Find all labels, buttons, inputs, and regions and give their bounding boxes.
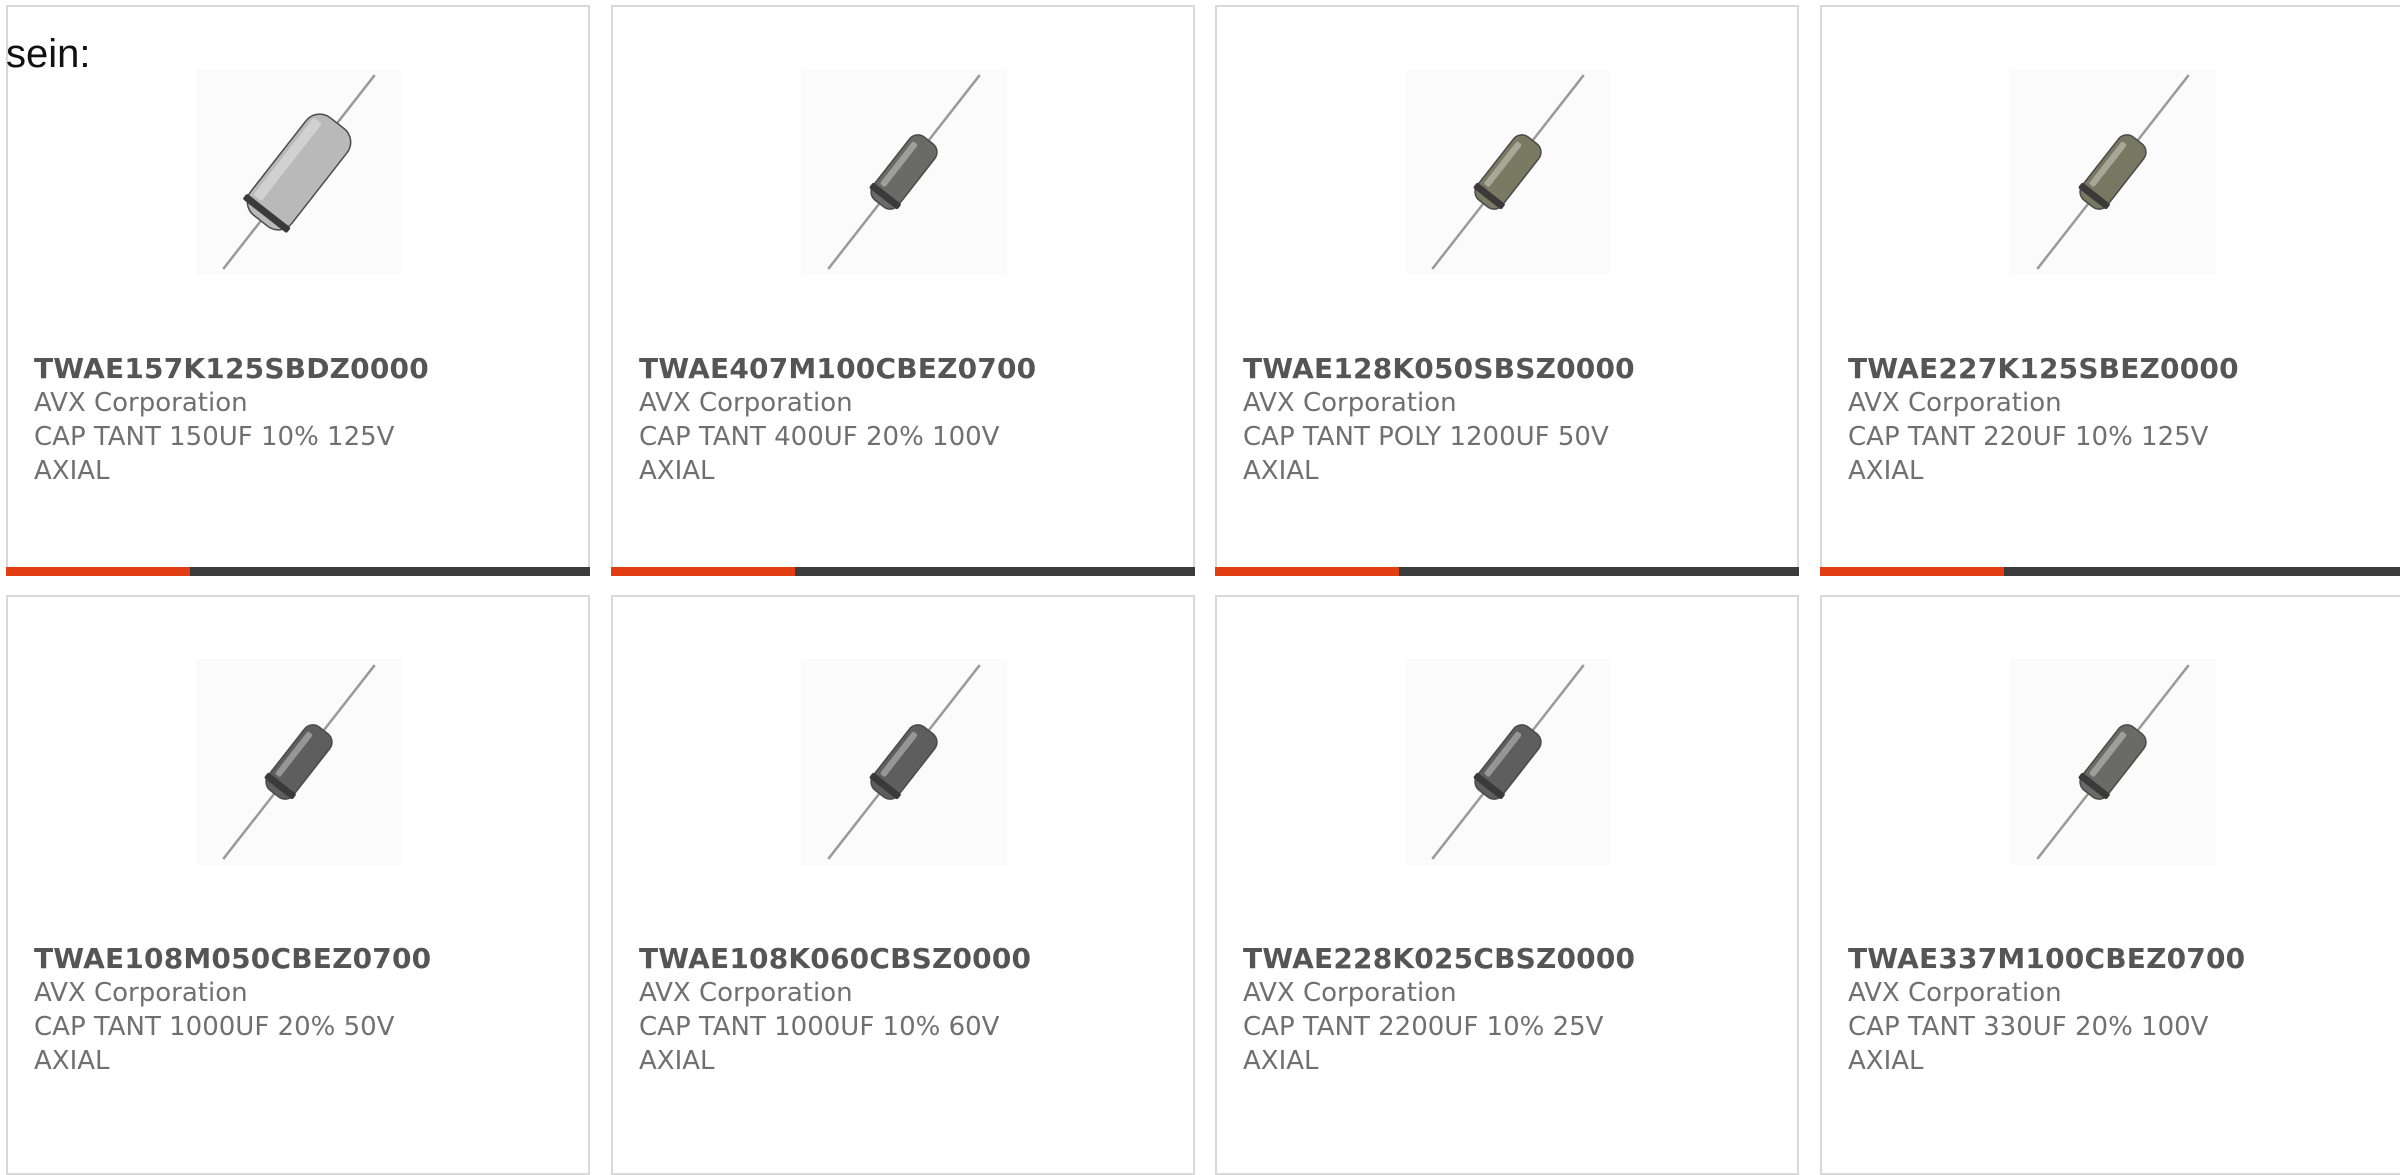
part-number-link[interactable]: TWAE128K050SBSZ0000 — [1243, 352, 1783, 386]
part-number-link[interactable]: TWAE228K025CBSZ0000 — [1243, 942, 1783, 976]
axial-capacitor-icon — [222, 74, 376, 270]
capacitor-body — [870, 134, 938, 210]
product-image[interactable] — [2010, 659, 2216, 865]
manufacturer-name: AVX Corporation — [639, 388, 853, 418]
part-number-link[interactable]: TWAE108M050CBEZ0700 — [34, 942, 574, 976]
product-description: CAP TANT 1000UF 20% 50V — [34, 1012, 395, 1042]
product-image[interactable] — [1405, 659, 1611, 865]
product-package: AXIAL — [34, 456, 110, 486]
product-description: CAP TANT 150UF 10% 125V — [34, 422, 395, 452]
capacitor-body — [870, 724, 938, 800]
part-number-link[interactable]: TWAE108K060CBSZ0000 — [639, 942, 1179, 976]
axial-capacitor-icon — [1431, 664, 1585, 860]
capacitor-shape — [1431, 664, 1585, 860]
manufacturer-name: AVX Corporation — [1848, 388, 2062, 418]
product-info: TWAE157K125SBDZ0000 AVX Corporation CAP … — [34, 352, 574, 488]
product-card[interactable]: TWAE157K125SBDZ0000 AVX Corporation CAP … — [6, 5, 590, 576]
capacitor-shape — [222, 664, 376, 860]
card-bottom-bar — [6, 567, 590, 576]
capacitor-shape — [827, 74, 981, 270]
intro-text: sein: — [6, 32, 91, 76]
card-bottom-bar — [1820, 567, 2400, 576]
part-number-link[interactable]: TWAE227K125SBEZ0000 — [1848, 352, 2388, 386]
product-description: CAP TANT 220UF 10% 125V — [1848, 422, 2209, 452]
product-description: CAP TANT POLY 1200UF 50V — [1243, 422, 1609, 452]
product-card[interactable]: TWAE128K050SBSZ0000 AVX Corporation CAP … — [1215, 5, 1799, 576]
card-bottom-bar — [611, 567, 1195, 576]
manufacturer-name: AVX Corporation — [1243, 978, 1457, 1008]
capacitor-shape — [1431, 74, 1585, 270]
capacitor-body — [2079, 134, 2147, 210]
part-number-link[interactable]: TWAE157K125SBDZ0000 — [34, 352, 574, 386]
capacitor-shape — [2036, 664, 2190, 860]
card-accent-bar — [6, 567, 190, 576]
product-card[interactable]: TWAE227K125SBEZ0000 AVX Corporation CAP … — [1820, 5, 2400, 576]
card-accent-bar — [1215, 567, 1399, 576]
product-package: AXIAL — [1243, 1046, 1319, 1076]
product-description: CAP TANT 330UF 20% 100V — [1848, 1012, 2209, 1042]
product-package: AXIAL — [639, 1046, 715, 1076]
product-card[interactable]: TWAE228K025CBSZ0000 AVX Corporation CAP … — [1215, 595, 1799, 1175]
product-description: CAP TANT 2200UF 10% 25V — [1243, 1012, 1604, 1042]
product-package: AXIAL — [1848, 1046, 1924, 1076]
card-accent-bar — [611, 567, 795, 576]
product-card[interactable]: TWAE337M100CBEZ0700 AVX Corporation CAP … — [1820, 595, 2400, 1175]
manufacturer-name: AVX Corporation — [639, 978, 853, 1008]
axial-capacitor-icon — [2036, 74, 2190, 270]
part-number-link[interactable]: TWAE407M100CBEZ0700 — [639, 352, 1179, 386]
product-description: CAP TANT 400UF 20% 100V — [639, 422, 1000, 452]
product-image[interactable] — [196, 69, 402, 275]
card-bottom-bar — [1215, 567, 1799, 576]
card-accent-bar — [1820, 567, 2004, 576]
product-info: TWAE128K050SBSZ0000 AVX Corporation CAP … — [1243, 352, 1783, 488]
capacitor-shape — [827, 664, 981, 860]
manufacturer-name: AVX Corporation — [34, 978, 248, 1008]
capacitor-shape — [2036, 74, 2190, 270]
product-card[interactable]: TWAE407M100CBEZ0700 AVX Corporation CAP … — [611, 5, 1195, 576]
product-info: TWAE227K125SBEZ0000 AVX Corporation CAP … — [1848, 352, 2388, 488]
manufacturer-name: AVX Corporation — [1243, 388, 1457, 418]
product-image[interactable] — [1405, 69, 1611, 275]
product-package: AXIAL — [1243, 456, 1319, 486]
capacitor-body — [265, 724, 333, 800]
capacitor-body — [246, 113, 352, 231]
product-image[interactable] — [196, 659, 402, 865]
axial-capacitor-icon — [1431, 74, 1585, 270]
product-info: TWAE407M100CBEZ0700 AVX Corporation CAP … — [639, 352, 1179, 488]
product-info: TWAE228K025CBSZ0000 AVX Corporation CAP … — [1243, 942, 1783, 1078]
manufacturer-name: AVX Corporation — [1848, 978, 2062, 1008]
axial-capacitor-icon — [222, 664, 376, 860]
axial-capacitor-icon — [2036, 664, 2190, 860]
product-package: AXIAL — [1848, 456, 1924, 486]
product-image[interactable] — [801, 69, 1007, 275]
product-package: AXIAL — [639, 456, 715, 486]
axial-capacitor-icon — [827, 664, 981, 860]
product-info: TWAE337M100CBEZ0700 AVX Corporation CAP … — [1848, 942, 2388, 1078]
product-image[interactable] — [801, 659, 1007, 865]
product-description: CAP TANT 1000UF 10% 60V — [639, 1012, 1000, 1042]
capacitor-shape — [222, 74, 376, 270]
part-number-link[interactable]: TWAE337M100CBEZ0700 — [1848, 942, 2388, 976]
product-grid: TWAE157K125SBDZ0000 AVX Corporation CAP … — [0, 0, 2400, 1175]
product-image[interactable] — [2010, 69, 2216, 275]
manufacturer-name: AVX Corporation — [34, 388, 248, 418]
product-card[interactable]: TWAE108M050CBEZ0700 AVX Corporation CAP … — [6, 595, 590, 1175]
product-info: TWAE108K060CBSZ0000 AVX Corporation CAP … — [639, 942, 1179, 1078]
product-info: TWAE108M050CBEZ0700 AVX Corporation CAP … — [34, 942, 574, 1078]
axial-capacitor-icon — [827, 74, 981, 270]
product-card[interactable]: TWAE108K060CBSZ0000 AVX Corporation CAP … — [611, 595, 1195, 1175]
product-package: AXIAL — [34, 1046, 110, 1076]
capacitor-body — [1474, 134, 1542, 210]
capacitor-body — [2079, 724, 2147, 800]
capacitor-body — [1474, 724, 1542, 800]
